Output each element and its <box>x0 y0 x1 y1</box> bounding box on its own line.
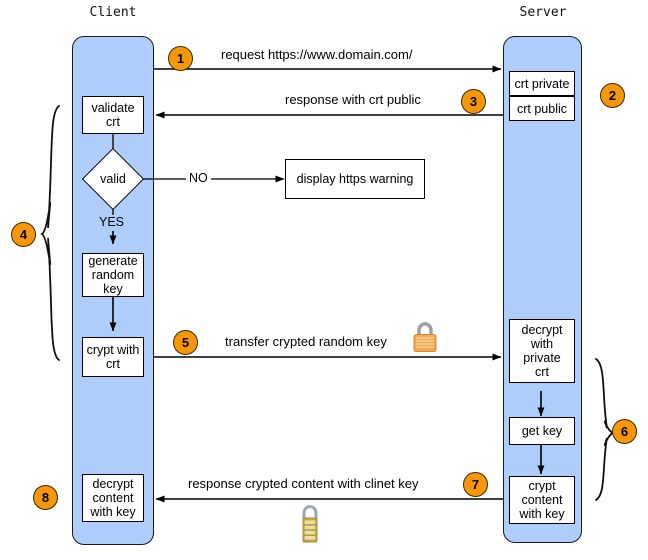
server-box-crt-public-label: crt public <box>516 101 568 116</box>
step-badge-6[interactable]: 6 <box>612 419 637 444</box>
client-box-generate-random-key[interactable]: generate random key <box>82 253 144 297</box>
edge-label-yes: YES <box>96 215 128 229</box>
padlock-icon <box>410 320 440 354</box>
https-handshake-diagram: Client Server validate crt valid NO YES … <box>0 0 648 560</box>
client-box-validate-crt[interactable]: validate crt <box>82 96 144 134</box>
client-box-decrypt-content-with-key[interactable]: decrypt content with key <box>82 474 144 522</box>
message-label-7: response crypted content with clinet key <box>188 476 419 491</box>
server-box-decrypt-with-private-crt[interactable]: decrypt with private crt <box>509 319 575 383</box>
server-box-decrypt-with-private-crt-label: decrypt with private crt <box>521 323 563 379</box>
server-box-crt-private[interactable]: crt private <box>509 71 575 96</box>
server-box-crypt-content-with-key[interactable]: crypt content with key <box>509 476 575 524</box>
step-badge-1[interactable]: 1 <box>168 46 193 71</box>
step-badge-7[interactable]: 7 <box>463 472 488 497</box>
display-https-warning-box[interactable]: display https warning <box>285 159 425 199</box>
server-lane-title: Server <box>519 5 567 20</box>
step-badge-4[interactable]: 4 <box>11 222 36 247</box>
step-badge-5[interactable]: 5 <box>173 330 198 355</box>
client-box-generate-random-key-label: generate random key <box>88 254 138 296</box>
message-label-5: transfer crypted random key <box>225 334 387 349</box>
client-box-validate-crt-label: validate crt <box>91 101 135 129</box>
step-badge-3[interactable]: 3 <box>461 89 486 114</box>
client-decision-valid[interactable]: valid <box>81 147 145 211</box>
server-box-crt-public[interactable]: crt public <box>509 96 575 121</box>
message-label-1: request https://www.domain.com/ <box>221 47 413 62</box>
message-label-3: response with crt public <box>285 92 421 107</box>
edge-label-no: NO <box>186 171 211 185</box>
client-box-crypt-with-crt-label: crypt with crt <box>86 343 140 371</box>
server-box-get-key[interactable]: get key <box>509 417 575 445</box>
server-box-crypt-content-with-key-label: crypt content with key <box>519 479 565 521</box>
client-box-decrypt-content-with-key-label: decrypt content with key <box>90 477 136 519</box>
step-badge-8[interactable]: 8 <box>33 485 58 510</box>
combination-padlock-icon <box>297 502 323 548</box>
client-lane-title: Client <box>89 5 137 20</box>
client-decision-valid-label: valid <box>100 172 126 186</box>
server-box-crt-private-label: crt private <box>514 76 570 91</box>
display-https-warning-label: display https warning <box>296 172 414 186</box>
step-badge-2[interactable]: 2 <box>600 83 625 108</box>
server-box-get-key-label: get key <box>521 424 563 438</box>
client-box-crypt-with-crt[interactable]: crypt with crt <box>82 337 144 377</box>
